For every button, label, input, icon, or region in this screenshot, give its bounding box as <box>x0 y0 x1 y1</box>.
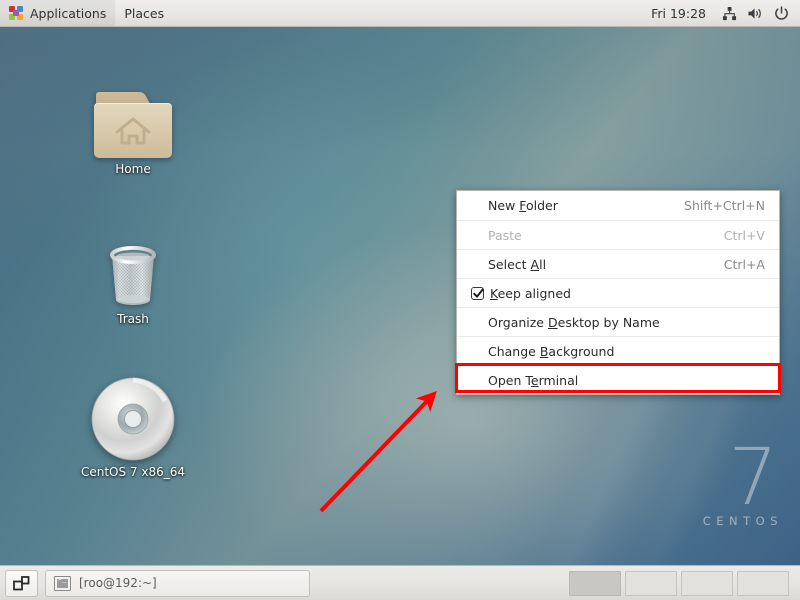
desktop-icon-label: Trash <box>117 312 149 326</box>
check-icon <box>473 288 484 298</box>
desktop-icon-trash[interactable]: Trash <box>78 212 188 326</box>
menu-item-label: Organize Desktop by Name <box>488 314 660 330</box>
menu-item-label: Change Background <box>488 343 615 359</box>
workspace-2[interactable] <box>625 570 677 596</box>
places-menu[interactable]: Places <box>115 0 173 26</box>
desktop-icon-home[interactable]: Home <box>78 62 188 176</box>
menu-item-select-all[interactable]: Select All Ctrl+A <box>457 249 779 278</box>
menu-item-new-folder[interactable]: New Folder Shift+Ctrl+N <box>457 191 779 220</box>
cd-disc-icon <box>91 365 175 461</box>
keep-aligned-checkbox[interactable] <box>471 286 484 300</box>
desktop-icon-label: CentOS 7 x86_64 <box>80 465 186 479</box>
desktop-icon-label: Home <box>115 162 151 176</box>
menu-item-keep-aligned[interactable]: Keep aligned <box>457 278 779 307</box>
home-folder-icon <box>94 62 172 158</box>
house-glyph-icon <box>115 117 151 145</box>
desktop-context-menu[interactable]: New Folder Shift+Ctrl+N Paste Ctrl+V Sel… <box>456 190 780 395</box>
menu-item-organize-desktop-by-name[interactable]: Organize Desktop by Name <box>457 307 779 336</box>
show-desktop-icon <box>13 575 30 590</box>
workspace-switcher[interactable] <box>569 570 795 596</box>
volume-icon[interactable] <box>742 0 768 26</box>
menu-item-accel: Shift+Ctrl+N <box>684 198 765 213</box>
menu-item-accel: Ctrl+A <box>723 256 765 272</box>
workspace-3[interactable] <box>681 570 733 596</box>
bottom-taskbar: [roo@192:~] <box>0 565 800 600</box>
taskbar-window-label: [roo@192:~] <box>79 576 157 590</box>
network-icon[interactable] <box>716 0 742 26</box>
menu-item-paste: Paste Ctrl+V <box>457 220 779 249</box>
menu-item-label: New Folder <box>488 198 558 213</box>
taskbar-window-button[interactable]: [roo@192:~] <box>45 569 310 597</box>
menu-item-change-background[interactable]: Change Background <box>457 336 779 365</box>
workspace-1[interactable] <box>569 570 621 596</box>
applications-menu-label: Applications <box>30 5 107 21</box>
applications-menu[interactable]: Applications <box>0 0 116 26</box>
menu-item-accel: Ctrl+V <box>723 227 765 243</box>
gnome-applications-icon <box>9 5 24 21</box>
menu-item-open-terminal[interactable]: Open Terminal <box>457 365 779 394</box>
desktop-screen: 7 CENTOS Home Trash CentOS 7 x86_64 Appl… <box>0 0 800 600</box>
panel-status-area <box>716 0 800 26</box>
trash-icon <box>105 212 161 308</box>
menu-item-label: Paste <box>488 227 522 243</box>
menu-item-label: Open Terminal <box>488 372 579 388</box>
desktop-icon-centos-disc[interactable]: CentOS 7 x86_64 <box>78 365 188 479</box>
top-panel: Applications Places Fri 19:28 <box>0 0 800 27</box>
show-desktop-button[interactable] <box>5 569 38 597</box>
power-icon[interactable] <box>768 0 794 26</box>
menu-item-label: Select All <box>488 256 547 272</box>
menu-item-label: Keep aligned <box>490 285 571 301</box>
panel-clock[interactable]: Fri 19:28 <box>641 6 716 21</box>
terminal-icon <box>54 575 71 591</box>
places-menu-label: Places <box>124 5 165 21</box>
workspace-4[interactable] <box>737 570 789 596</box>
